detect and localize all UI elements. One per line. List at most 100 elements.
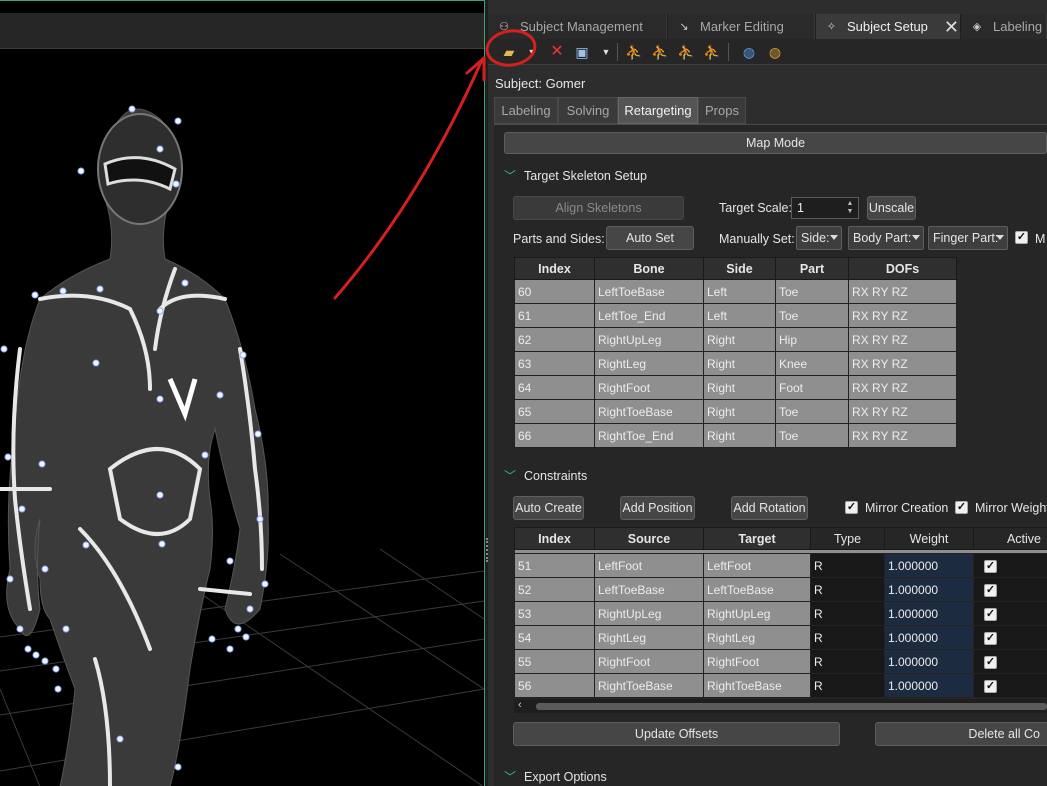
open-folder-icon[interactable]: ▰ bbox=[498, 41, 520, 63]
constraints-section-header[interactable]: ﹀ Constraints bbox=[504, 467, 587, 484]
3d-viewport[interactable] bbox=[0, 0, 484, 786]
cell-bone: RightUpLeg bbox=[594, 327, 704, 352]
column-header-index[interactable]: Index bbox=[514, 257, 595, 280]
finger-part-dropdown[interactable]: Finger Part: bbox=[928, 226, 1008, 250]
cell-active[interactable]: ✓ bbox=[973, 673, 1047, 698]
align-skeletons-button[interactable]: Align Skeletons bbox=[513, 196, 684, 220]
skeleton-remove-icon[interactable]: ⛹ bbox=[701, 41, 723, 63]
table-row[interactable]: 51 LeftFoot LeftFoot R 1.000000 ✓ bbox=[514, 553, 1047, 578]
column-header-bone[interactable]: Bone bbox=[594, 257, 704, 280]
column-header-dofs[interactable]: DOFs bbox=[848, 257, 957, 280]
table-row[interactable]: 61 LeftToe_End Left Toe RX RY RZ bbox=[514, 303, 957, 328]
cell-type[interactable]: R bbox=[810, 625, 885, 650]
table-row[interactable]: 62 RightUpLeg Right Hip RX RY RZ bbox=[514, 327, 957, 352]
tab-labeling[interactable]: ◈ Labeling bbox=[961, 14, 1047, 39]
cell-type[interactable]: R bbox=[810, 673, 885, 698]
tab-props[interactable]: Props bbox=[698, 97, 746, 124]
mirror-creation-checkbox[interactable]: ✓ bbox=[845, 501, 858, 514]
auto-create-button[interactable]: Auto Create bbox=[513, 496, 584, 520]
cell-active[interactable]: ✓ bbox=[973, 601, 1047, 626]
column-header-target[interactable]: Target bbox=[703, 527, 811, 550]
panel-tabs: ⚇ Subject Management ↘ Marker Editing ✧ Sub… bbox=[488, 14, 1047, 39]
column-header-part[interactable]: Part bbox=[775, 257, 849, 280]
cell-active[interactable]: ✓ bbox=[973, 649, 1047, 674]
cell-weight[interactable]: 1.000000 bbox=[884, 553, 974, 578]
cell-active[interactable]: ✓ bbox=[973, 553, 1047, 578]
viewport-scene bbox=[0, 105, 484, 786]
skeleton-table[interactable]: Index Bone Side Part DOFs 60 LeftToeBase L… bbox=[514, 257, 957, 448]
column-header-source[interactable]: Source bbox=[594, 527, 704, 550]
column-header-type[interactable]: Type bbox=[810, 527, 885, 550]
tab-retargeting[interactable]: Retargeting bbox=[618, 97, 698, 124]
table-row[interactable]: 60 LeftToeBase Left Toe RX RY RZ bbox=[514, 279, 957, 304]
save-icon[interactable]: ▣ bbox=[571, 41, 593, 63]
active-checkbox[interactable]: ✓ bbox=[984, 560, 997, 573]
constraints-horizontal-scrollbar[interactable]: ‹ bbox=[514, 699, 1047, 713]
table-row[interactable]: 55 RightFoot RightFoot R 1.000000 ✓ bbox=[514, 649, 1047, 674]
close-icon[interactable]: ✕ bbox=[944, 18, 959, 36]
column-header-index[interactable]: Index bbox=[514, 527, 595, 550]
tab-subject-management[interactable]: ⚇ Subject Management bbox=[488, 14, 667, 39]
unscale-button[interactable]: Unscale bbox=[867, 196, 916, 220]
constraints-table[interactable]: Index Source Target Type Weight Active 5… bbox=[514, 527, 1047, 698]
cell-weight[interactable]: 1.000000 bbox=[884, 673, 974, 698]
skeleton-icon-3[interactable]: ⛹ bbox=[675, 41, 697, 63]
spin-arrows-icon[interactable]: ▲ ▼ bbox=[844, 199, 856, 217]
add-position-button[interactable]: Add Position bbox=[620, 496, 695, 520]
table-row[interactable]: 54 RightLeg RightLeg R 1.000000 ✓ bbox=[514, 625, 1047, 650]
scrollbar-thumb[interactable] bbox=[536, 703, 1047, 710]
tab-labeling-sub[interactable]: Labeling bbox=[494, 97, 558, 124]
table-row[interactable]: 64 RightFoot Right Foot RX RY RZ bbox=[514, 375, 957, 400]
active-checkbox[interactable]: ✓ bbox=[984, 680, 997, 693]
tab-subject-setup[interactable]: ✧ Subject Setup ✕ bbox=[816, 14, 960, 39]
body-part-dropdown[interactable]: Body Part: bbox=[848, 226, 924, 250]
export-options-section-header[interactable]: ﹀ Export Options bbox=[504, 768, 607, 785]
delete-icon[interactable]: ✕ bbox=[546, 41, 568, 63]
cell-dofs: RX RY RZ bbox=[848, 327, 957, 352]
table-row[interactable]: 52 LeftToeBase LeftToeBase R 1.000000 ✓ bbox=[514, 577, 1047, 602]
cell-weight[interactable]: 1.000000 bbox=[884, 577, 974, 602]
mirror-checkbox[interactable]: ✓ bbox=[1015, 231, 1028, 244]
mirror-weight-checkbox[interactable]: ✓ bbox=[955, 501, 968, 514]
skeleton-icon-2[interactable]: ⛹ bbox=[649, 41, 671, 63]
dropdown-icon[interactable]: ▼ bbox=[526, 41, 538, 63]
delete-all-constraints-button[interactable]: Delete all Co bbox=[875, 722, 1047, 746]
table-row[interactable]: 66 RightToe_End Right Toe RX RY RZ bbox=[514, 423, 957, 448]
column-header-active[interactable]: Active bbox=[973, 527, 1047, 550]
tab-marker-editing[interactable]: ↘ Marker Editing bbox=[668, 14, 815, 39]
auto-set-button[interactable]: Auto Set bbox=[606, 226, 694, 250]
cell-weight[interactable]: 1.000000 bbox=[884, 601, 974, 626]
cell-weight[interactable]: 1.000000 bbox=[884, 625, 974, 650]
active-checkbox[interactable]: ✓ bbox=[984, 632, 997, 645]
globe-icon-1[interactable]: ◍ bbox=[738, 41, 760, 63]
table-row[interactable]: 65 RightToeBase Right Toe RX RY RZ bbox=[514, 399, 957, 424]
column-header-weight[interactable]: Weight bbox=[884, 527, 974, 550]
tab-solving[interactable]: Solving bbox=[558, 97, 618, 124]
column-header-side[interactable]: Side bbox=[703, 257, 776, 280]
dropdown-icon[interactable]: ▼ bbox=[600, 41, 612, 63]
add-rotation-button[interactable]: Add Rotation bbox=[731, 496, 808, 520]
table-row[interactable]: 63 RightLeg Right Knee RX RY RZ bbox=[514, 351, 957, 376]
cell-weight[interactable]: 1.000000 bbox=[884, 649, 974, 674]
cell-dofs: RX RY RZ bbox=[848, 423, 957, 448]
active-checkbox[interactable]: ✓ bbox=[984, 584, 997, 597]
active-checkbox[interactable]: ✓ bbox=[984, 608, 997, 621]
target-scale-spinbox[interactable]: 1 ▲ ▼ bbox=[791, 197, 859, 219]
cell-type[interactable]: R bbox=[810, 601, 885, 626]
cell-type[interactable]: R bbox=[810, 649, 885, 674]
cell-type[interactable]: R bbox=[810, 553, 885, 578]
cell-active[interactable]: ✓ bbox=[973, 577, 1047, 602]
cell-type[interactable]: R bbox=[810, 577, 885, 602]
table-row[interactable]: 56 RightToeBase RightToeBase R 1.000000 ✓ bbox=[514, 673, 1047, 698]
update-offsets-button[interactable]: Update Offsets bbox=[513, 722, 840, 746]
cell-active[interactable]: ✓ bbox=[973, 625, 1047, 650]
skeleton-icon-1[interactable]: ⛹ bbox=[623, 41, 645, 63]
side-dropdown[interactable]: Side: bbox=[796, 226, 842, 250]
globe-icon-2[interactable]: ◍ bbox=[764, 41, 786, 63]
scroll-left-icon[interactable]: ‹ bbox=[518, 699, 522, 711]
map-mode-button[interactable]: Map Mode bbox=[504, 132, 1047, 154]
active-checkbox[interactable]: ✓ bbox=[984, 656, 997, 669]
table-row[interactable]: 53 RightUpLeg RightUpLeg R 1.000000 ✓ bbox=[514, 601, 1047, 626]
target-skeleton-section-header[interactable]: ﹀ Target Skeleton Setup bbox=[504, 167, 647, 184]
chevron-down-icon: ﹀ bbox=[504, 169, 517, 183]
